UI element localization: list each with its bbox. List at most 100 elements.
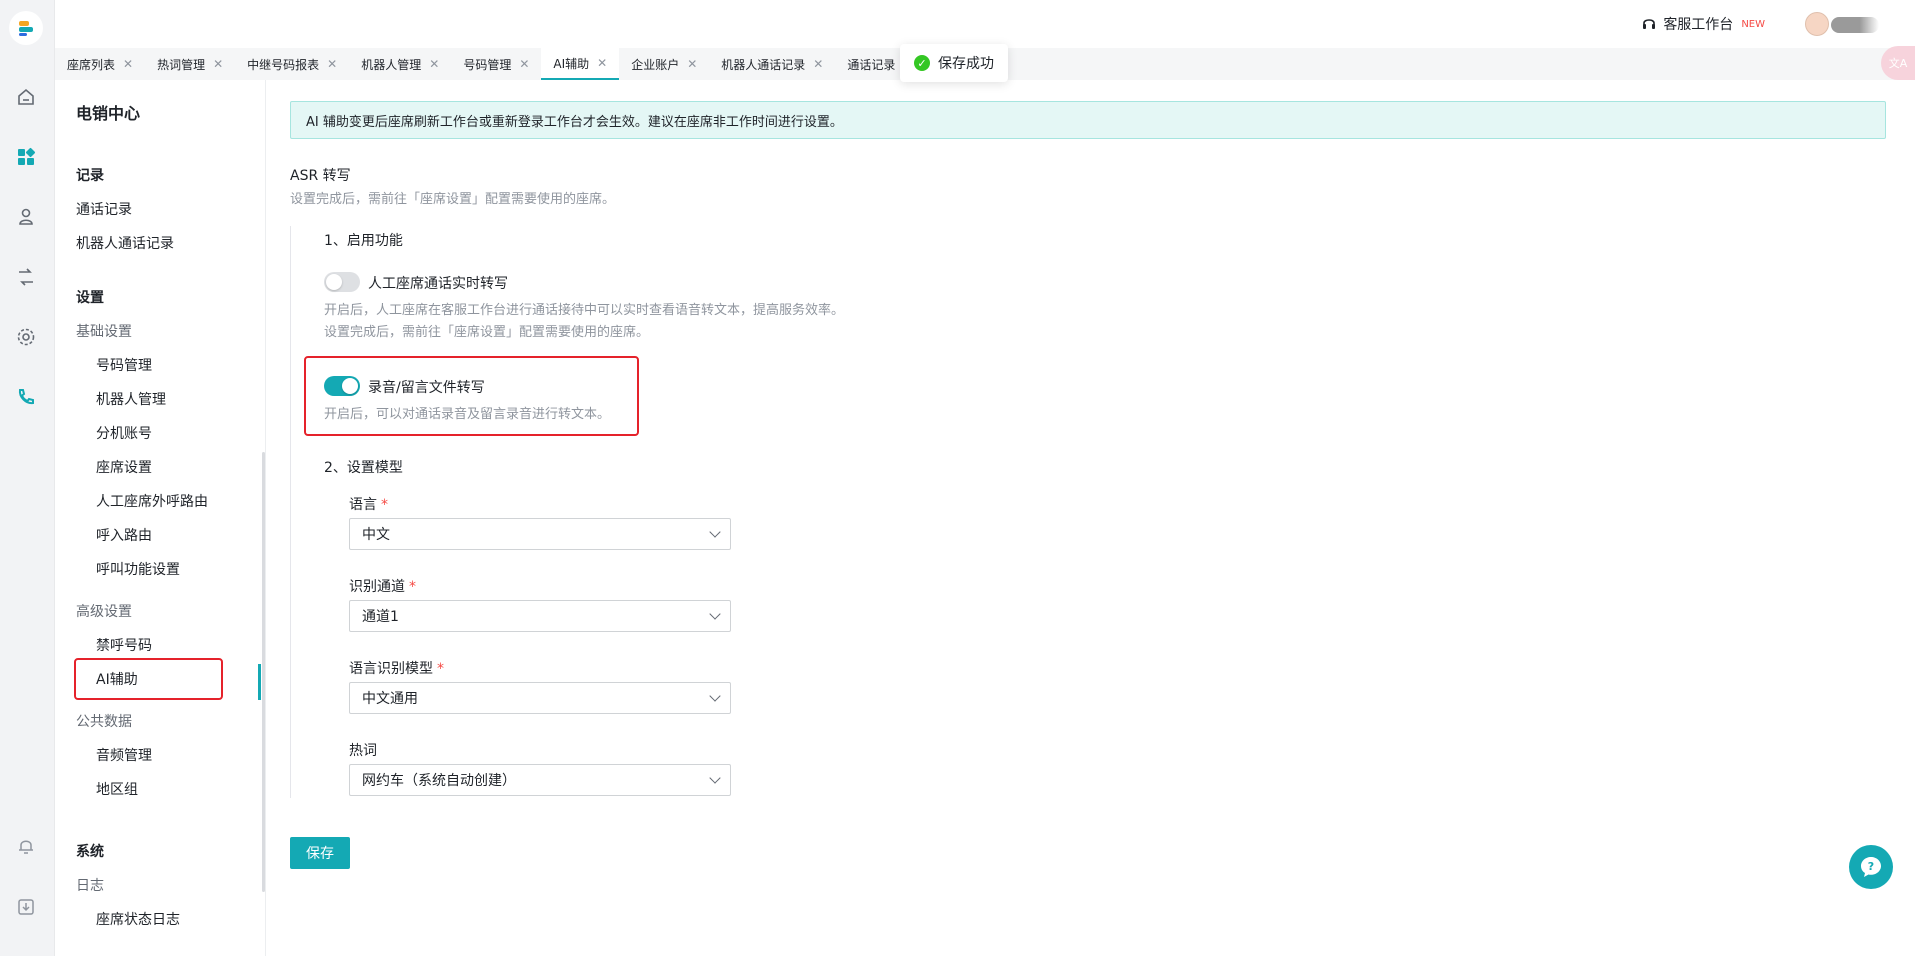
sidebar-item-call-function[interactable]: 呼叫功能设置: [96, 559, 180, 579]
avatar[interactable]: [1805, 12, 1829, 36]
tab-3[interactable]: 机器人管理 ✕: [349, 48, 451, 80]
realtime-transcribe-label: 人工座席通话实时转写: [368, 276, 508, 292]
hotword-label: 热词: [349, 743, 377, 759]
check-icon: ✓: [914, 55, 930, 71]
section-title: ASR 转写: [290, 168, 351, 184]
new-badge: NEW: [1741, 18, 1765, 30]
icon-rail: [0, 0, 55, 956]
file-transcribe-label: 录音/留言文件转写: [368, 380, 485, 396]
success-toast: ✓ 保存成功: [900, 44, 1008, 82]
gear-icon[interactable]: [14, 325, 38, 349]
sidebar-title: 电销中心: [76, 104, 141, 123]
sidebar-item-outbound-route[interactable]: 人工座席外呼路由: [96, 491, 208, 511]
section-divider: [290, 226, 291, 798]
close-icon[interactable]: ✕: [429, 57, 439, 71]
app-logo[interactable]: [9, 11, 43, 45]
hotword-value: 网约车（系统自动创建）: [362, 773, 516, 789]
file-transcribe-toggle[interactable]: [324, 376, 360, 396]
channel-value: 通道1: [362, 609, 399, 625]
close-icon[interactable]: ✕: [687, 57, 697, 71]
hotword-select[interactable]: 网约车（系统自动创建）: [349, 764, 731, 796]
user-icon[interactable]: [14, 205, 38, 229]
sidebar-sub-public: 公共数据: [76, 714, 132, 730]
close-icon[interactable]: ✕: [597, 56, 607, 70]
tab-7[interactable]: 机器人通话记录 ✕: [709, 48, 835, 80]
chevron-down-icon: [709, 526, 721, 538]
tab-label: 座席列表: [67, 57, 116, 72]
main-content: AI 辅助变更后座席刷新工作台或重新登录工作台才会生效。建议在座席非工作时间进行…: [266, 80, 1915, 956]
svg-text:?: ?: [1868, 860, 1874, 873]
sidebar-item-blocked-numbers[interactable]: 禁呼号码: [96, 635, 152, 655]
group-settings: 设置: [76, 290, 104, 306]
close-icon[interactable]: ✕: [327, 57, 337, 71]
tab-5[interactable]: AI辅助 ✕: [541, 48, 620, 80]
group-system: 系统: [76, 844, 104, 860]
tab-label: AI辅助: [553, 56, 590, 71]
realtime-transcribe-desc: 开启后，人工座席在客服工作台进行通话接待中可以实时查看语音转文本，提高服务效率。: [324, 303, 845, 318]
model-select[interactable]: 中文通用: [349, 682, 731, 714]
language-select[interactable]: 中文: [349, 518, 731, 550]
translate-icon[interactable]: 文A: [1881, 46, 1915, 80]
model-value: 中文通用: [362, 691, 418, 707]
sidebar-item-inbound-route[interactable]: 呼入路由: [96, 525, 152, 545]
realtime-transcribe-desc2: 设置完成后，需前往「座席设置」配置需要使用的座席。: [324, 325, 650, 340]
sidebar-sub-advanced: 高级设置: [76, 604, 132, 620]
sidebar-item-seat-settings[interactable]: 座席设置: [96, 457, 152, 477]
tab-6[interactable]: 企业账户 ✕: [619, 48, 709, 80]
secondary-sidebar: 电销中心 记录 通话记录 机器人通话记录 设置 基础设置 号码管理 机器人管理 …: [55, 80, 266, 956]
dashboard-icon[interactable]: [14, 145, 38, 169]
close-icon[interactable]: ✕: [519, 57, 529, 71]
tab-label: 通话记录: [847, 57, 896, 72]
workbench-link[interactable]: 客服工作台 NEW: [1641, 14, 1765, 34]
sidebar-item-robot-mgmt[interactable]: 机器人管理: [96, 389, 166, 409]
language-label: 语言 *: [349, 497, 388, 513]
active-indicator: [258, 664, 261, 700]
toggle-knob: [342, 378, 358, 394]
sidebar-item-extension[interactable]: 分机账号: [96, 423, 152, 443]
chevron-down-icon: [709, 608, 721, 620]
sidebar-item-audio[interactable]: 音频管理: [96, 745, 152, 765]
file-transcribe-desc: 开启后，可以对通话录音及留言录音进行转文本。: [324, 407, 611, 422]
help-icon: ?: [1861, 857, 1881, 877]
close-icon[interactable]: ✕: [813, 57, 823, 71]
sidebar-item-seat-status-log[interactable]: 座席状态日志: [96, 909, 180, 929]
sidebar-scrollbar[interactable]: [262, 452, 265, 892]
channel-label: 识别通道 *: [349, 579, 416, 595]
sidebar-sub-basic: 基础设置: [76, 324, 132, 340]
step1-title: 1、启用功能: [324, 233, 403, 249]
download-icon[interactable]: [14, 895, 38, 919]
sidebar-item-robot-call-records[interactable]: 机器人通话记录: [76, 233, 174, 253]
route-icon[interactable]: [14, 265, 38, 289]
tab-label: 中继号码报表: [247, 57, 320, 72]
help-chat-button[interactable]: ?: [1849, 845, 1893, 889]
close-icon[interactable]: ✕: [123, 57, 133, 71]
tab-label: 企业账户: [631, 57, 680, 72]
sidebar-item-region-group[interactable]: 地区组: [96, 779, 138, 799]
channel-select[interactable]: 通道1: [349, 600, 731, 632]
tab-label: 机器人通话记录: [721, 57, 806, 72]
toast-text: 保存成功: [938, 56, 994, 72]
phone-icon[interactable]: [14, 385, 38, 409]
close-icon[interactable]: ✕: [213, 57, 223, 71]
realtime-transcribe-toggle[interactable]: [324, 272, 360, 292]
tab-4[interactable]: 号码管理 ✕: [451, 48, 541, 80]
tab-2[interactable]: 中继号码报表 ✕: [235, 48, 349, 80]
sidebar-item-call-records[interactable]: 通话记录: [76, 199, 132, 219]
sidebar-item-number-mgmt[interactable]: 号码管理: [96, 355, 152, 375]
top-bar: 客服工作台 NEW: [55, 0, 1915, 48]
chevron-down-icon: [709, 772, 721, 784]
language-value: 中文: [362, 527, 390, 543]
tab-1[interactable]: 热词管理 ✕: [145, 48, 235, 80]
bell-icon[interactable]: [14, 834, 38, 858]
tab-label: 机器人管理: [361, 57, 422, 72]
workbench-label: 客服工作台: [1663, 17, 1734, 33]
sidebar-sub-log: 日志: [76, 878, 104, 894]
toggle-knob: [326, 274, 342, 290]
tab-label: 号码管理: [463, 57, 512, 72]
headset-icon: [1643, 19, 1656, 29]
home-icon[interactable]: [14, 85, 38, 109]
user-name-masked[interactable]: [1831, 17, 1879, 33]
group-records: 记录: [76, 168, 104, 184]
tab-0[interactable]: 座席列表 ✕: [55, 48, 145, 80]
save-button[interactable]: 保存: [290, 837, 350, 869]
